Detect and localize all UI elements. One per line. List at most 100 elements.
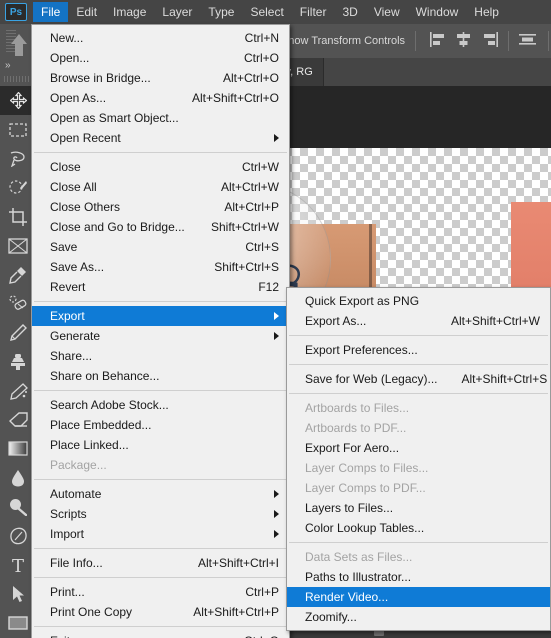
menu-item-export-preferences[interactable]: Export Preferences... bbox=[287, 340, 550, 360]
menu-item-save[interactable]: Save Ctrl+S bbox=[32, 237, 289, 257]
menu-item-shortcut: Ctrl+O bbox=[243, 51, 279, 65]
show-transform-controls-label[interactable]: Show Transform Controls bbox=[281, 35, 405, 47]
menu-item-label: Open as Smart Object... bbox=[50, 111, 179, 125]
gradient-icon bbox=[8, 441, 28, 456]
menu-item-import[interactable]: Import bbox=[32, 524, 289, 544]
menu-edit[interactable]: Edit bbox=[68, 2, 105, 22]
menu-item-paths-to-illustrator[interactable]: Paths to Illustrator... bbox=[287, 567, 550, 587]
menu-3d[interactable]: 3D bbox=[334, 2, 365, 22]
menu-item-export-as[interactable]: Export As... Alt+Shift+Ctrl+W bbox=[287, 311, 550, 331]
menu-item-render-video[interactable]: Render Video... bbox=[287, 587, 550, 607]
menu-item-search-adobe-stock[interactable]: Search Adobe Stock... bbox=[32, 395, 289, 415]
menu-item-label: Export Preferences... bbox=[305, 343, 418, 357]
type-t-icon: T bbox=[10, 556, 26, 574]
menu-separator bbox=[34, 390, 287, 391]
menu-item-open-as-smart-object[interactable]: Open as Smart Object... bbox=[32, 108, 289, 128]
align-top-edges-button[interactable] bbox=[515, 30, 540, 52]
menu-item-automate[interactable]: Automate bbox=[32, 484, 289, 504]
move-up-arrow-icon bbox=[8, 32, 30, 63]
menu-item-save-as[interactable]: Save As... Shift+Ctrl+S bbox=[32, 257, 289, 277]
menu-item-layer-comps-to-files: Layer Comps to Files... bbox=[287, 458, 550, 478]
menu-item-generate[interactable]: Generate bbox=[32, 326, 289, 346]
align-horizontal-centers-button[interactable] bbox=[451, 30, 476, 52]
menu-item-close[interactable]: Close Ctrl+W bbox=[32, 157, 289, 177]
menu-item-label: Close and Go to Bridge... bbox=[50, 220, 185, 234]
menu-item-browse-in-bridge[interactable]: Browse in Bridge... Alt+Ctrl+O bbox=[32, 68, 289, 88]
menu-select[interactable]: Select bbox=[242, 2, 291, 22]
menu-item-shortcut: Alt+Shift+Ctrl+O bbox=[191, 91, 279, 105]
menu-item-layers-to-files[interactable]: Layers to Files... bbox=[287, 498, 550, 518]
submenu-arrow-icon bbox=[274, 530, 279, 538]
menu-item-open[interactable]: Open... Ctrl+O bbox=[32, 48, 289, 68]
menu-item-export-for-aero[interactable]: Export For Aero... bbox=[287, 438, 550, 458]
menu-item-close-and-go-to-bridge[interactable]: Close and Go to Bridge... Shift+Ctrl+W bbox=[32, 217, 289, 237]
menu-item-shortcut: F12 bbox=[258, 280, 279, 294]
menu-item-label: Close Others bbox=[50, 200, 121, 214]
menu-image[interactable]: Image bbox=[105, 2, 154, 22]
menu-item-data-sets-as-files: Data Sets as Files... bbox=[287, 547, 550, 567]
menu-filter[interactable]: Filter bbox=[292, 2, 335, 22]
menu-item-share-on-behance[interactable]: Share on Behance... bbox=[32, 366, 289, 386]
menu-item-revert[interactable]: Revert F12 bbox=[32, 277, 289, 297]
menu-item-shortcut: Alt+Shift+Ctrl+I bbox=[197, 556, 279, 570]
tools-panel-header[interactable]: » bbox=[0, 24, 35, 86]
menu-item-open-as[interactable]: Open As... Alt+Shift+Ctrl+O bbox=[32, 88, 289, 108]
menu-item-zoomify[interactable]: Zoomify... bbox=[287, 607, 550, 627]
menu-item-label: Save bbox=[50, 240, 78, 254]
menu-item-new[interactable]: New... Ctrl+N bbox=[32, 28, 289, 48]
menu-item-close-all[interactable]: Close All Alt+Ctrl+W bbox=[32, 177, 289, 197]
menu-view[interactable]: View bbox=[366, 2, 408, 22]
menu-separator bbox=[289, 393, 548, 394]
crop-icon bbox=[9, 207, 27, 226]
menu-type[interactable]: Type bbox=[200, 2, 242, 22]
menu-item-print-one-copy[interactable]: Print One Copy Alt+Shift+Ctrl+P bbox=[32, 602, 289, 622]
menu-item-label: Layers to Files... bbox=[305, 501, 394, 515]
menu-item-color-lookup-tables[interactable]: Color Lookup Tables... bbox=[287, 518, 550, 538]
menu-item-label: Layer Comps to PDF... bbox=[305, 481, 426, 495]
menu-item-share[interactable]: Share... bbox=[32, 346, 289, 366]
options-separator bbox=[415, 31, 417, 51]
menu-item-label: Zoomify... bbox=[305, 610, 357, 624]
file-dropdown-menu[interactable]: New... Ctrl+N Open... Ctrl+O Browse in Bridg… bbox=[31, 24, 290, 638]
menu-item-export[interactable]: Export bbox=[32, 306, 289, 326]
menu-item-label: Print... bbox=[50, 585, 85, 599]
menu-item-label: Open... bbox=[50, 51, 90, 65]
photoshop-logo-icon: Ps bbox=[5, 3, 27, 21]
pen-icon bbox=[9, 527, 27, 545]
menu-help[interactable]: Help bbox=[466, 2, 507, 22]
menu-item-place-embedded[interactable]: Place Embedded... bbox=[32, 415, 289, 435]
menu-item-open-recent[interactable]: Open Recent bbox=[32, 128, 289, 148]
menu-separator bbox=[289, 364, 548, 365]
menu-window[interactable]: Window bbox=[408, 2, 467, 22]
menu-item-close-others[interactable]: Close Others Alt+Ctrl+P bbox=[32, 197, 289, 217]
menu-file[interactable]: File bbox=[33, 2, 69, 22]
align-right-edges-button[interactable] bbox=[477, 30, 502, 52]
menu-item-label: Revert bbox=[50, 280, 86, 294]
healing-brush-icon bbox=[8, 294, 28, 313]
menu-item-label: Place Embedded... bbox=[50, 418, 152, 432]
menu-item-exit[interactable]: Exit Ctrl+Q bbox=[32, 631, 289, 638]
menu-item-label: Share on Behance... bbox=[50, 369, 160, 383]
menu-item-save-for-web-legacy[interactable]: Save for Web (Legacy)... Alt+Shift+Ctrl+S bbox=[287, 369, 550, 389]
expand-panel-icon[interactable]: » bbox=[5, 60, 10, 71]
menu-item-label: Open Recent bbox=[50, 131, 121, 145]
menu-item-label: Share... bbox=[50, 349, 93, 363]
menu-item-quick-export-as-png[interactable]: Quick Export as PNG bbox=[287, 291, 550, 311]
menu-item-place-linked[interactable]: Place Linked... bbox=[32, 435, 289, 455]
menu-bar[interactable]: Ps File Edit Image Layer Type Select Fil… bbox=[0, 0, 551, 24]
menu-item-scripts[interactable]: Scripts bbox=[32, 504, 289, 524]
menu-separator bbox=[34, 152, 287, 153]
menu-layer[interactable]: Layer bbox=[154, 2, 200, 22]
menu-item-label: Data Sets as Files... bbox=[305, 550, 413, 564]
menu-item-print[interactable]: Print... Ctrl+P bbox=[32, 582, 289, 602]
menu-item-shortcut: Alt+Ctrl+W bbox=[220, 180, 279, 194]
align-left-edges-button[interactable] bbox=[426, 30, 451, 52]
menu-item-label: Import bbox=[50, 527, 85, 541]
marquee-rect-icon bbox=[9, 122, 27, 137]
menu-item-label: Render Video... bbox=[305, 590, 389, 604]
menu-item-file-info[interactable]: File Info... Alt+Shift+Ctrl+I bbox=[32, 553, 289, 573]
svg-text:T: T bbox=[12, 556, 24, 574]
menu-item-package: Package... bbox=[32, 455, 289, 475]
menu-item-label: Exit bbox=[50, 634, 70, 638]
export-submenu[interactable]: Quick Export as PNG Export As... Alt+Shift… bbox=[286, 287, 551, 631]
